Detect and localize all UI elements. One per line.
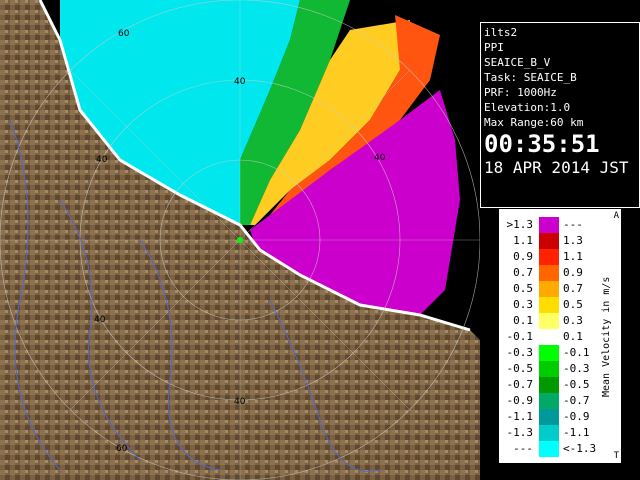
legend-lower-bound: -0.9 bbox=[506, 394, 534, 407]
range-label: 40 bbox=[234, 397, 246, 407]
legend-upper-bound: 0.1 bbox=[563, 330, 583, 343]
legend-color-swatch bbox=[539, 361, 559, 377]
legend-color-swatch bbox=[539, 313, 559, 329]
range-label: 40 bbox=[96, 155, 108, 165]
elevation-value: Elevation:1.0 bbox=[484, 101, 571, 114]
task-name: Task: SEAICE_B bbox=[484, 71, 577, 84]
legend-upper-bound: 1.3 bbox=[563, 234, 583, 247]
legend-corner-top: A bbox=[613, 211, 619, 221]
prf-value: PRF: 1000Hz bbox=[484, 86, 557, 99]
legend-upper-bound: 0.9 bbox=[563, 266, 583, 279]
range-label: 40 bbox=[374, 153, 386, 163]
legend-color-swatch bbox=[539, 281, 559, 297]
scan-mode: PPI bbox=[484, 41, 504, 54]
radar-name: ilts2 bbox=[484, 26, 518, 39]
legend-upper-bound: 1.1 bbox=[563, 250, 583, 263]
range-label: 60 bbox=[116, 444, 128, 454]
legend-upper-bound: <-1.3 bbox=[563, 442, 597, 455]
scan-date: 18 APR 2014 JST bbox=[484, 158, 629, 177]
legend-upper-bound: -0.7 bbox=[563, 394, 590, 407]
legend-color-swatch bbox=[539, 425, 559, 441]
legend-lower-bound: 0.5 bbox=[513, 282, 533, 295]
legend-title: Mean Velocity in m/s bbox=[601, 276, 612, 398]
legend-lower-bound: 0.1 bbox=[513, 314, 533, 327]
legend-lower-bound: --- bbox=[513, 442, 533, 455]
legend-upper-bound: -1.1 bbox=[563, 426, 590, 439]
legend-upper-bound: 0.3 bbox=[563, 314, 583, 327]
legend-color-swatch bbox=[539, 329, 559, 345]
legend-color-swatch bbox=[539, 249, 559, 265]
legend-upper-bound: --- bbox=[563, 218, 583, 231]
max-range-value: Max Range:60 km bbox=[484, 116, 584, 129]
legend-color-swatch bbox=[539, 233, 559, 249]
legend-lower-bound: -1.3 bbox=[506, 426, 534, 439]
legend-color-swatch bbox=[539, 297, 559, 313]
legend-lower-bound: -0.7 bbox=[506, 378, 534, 391]
legend-lower-bound: 0.3 bbox=[513, 298, 533, 311]
legend-color-swatch bbox=[539, 265, 559, 281]
legend-lower-bound: >1.3 bbox=[506, 218, 534, 231]
legend-lower-bound: -1.1 bbox=[506, 410, 534, 423]
radar-ppi-display: 60 40 40 40 40 40 60 bbox=[0, 0, 480, 480]
scan-time: 00:35:51 bbox=[484, 130, 600, 158]
range-label: 40 bbox=[94, 315, 106, 325]
legend-color-swatch bbox=[539, 377, 559, 393]
legend-upper-bound: -0.3 bbox=[563, 362, 590, 375]
range-label: 60 bbox=[118, 29, 130, 39]
legend-lower-bound: -0.3 bbox=[506, 346, 534, 359]
radar-site-marker bbox=[237, 237, 243, 243]
legend-color-swatch bbox=[539, 393, 559, 409]
legend-lower-bound: -0.5 bbox=[506, 362, 534, 375]
product-name: SEAICE_B_V bbox=[484, 56, 551, 69]
legend-corner-bottom: T bbox=[613, 451, 619, 461]
legend-lower-bound: -0.1 bbox=[506, 330, 534, 343]
legend-upper-bound: -0.1 bbox=[563, 346, 590, 359]
velocity-legend: >1.3 --- 1.1 1.3 0.9 1.1 0.7 0.9 0.5 0.7 0.3 0.5 0.1… bbox=[498, 208, 622, 464]
legend-color-swatch bbox=[539, 409, 559, 425]
legend-lower-bound: 0.9 bbox=[513, 250, 533, 263]
legend-lower-bound: 1.1 bbox=[513, 234, 533, 247]
legend-upper-bound: -0.5 bbox=[563, 378, 590, 391]
legend-upper-bound: -0.9 bbox=[563, 410, 590, 423]
legend-upper-bound: 0.5 bbox=[563, 298, 583, 311]
legend-color-swatch bbox=[539, 441, 559, 457]
legend-lower-bound: 0.7 bbox=[513, 266, 533, 279]
legend-color-swatch bbox=[539, 217, 559, 233]
legend-color-swatch bbox=[539, 345, 559, 361]
info-panel: ilts2 PPI SEAICE_B_V Task: SEAICE_B PRF:… bbox=[480, 22, 640, 208]
legend-upper-bound: 0.7 bbox=[563, 282, 583, 295]
range-label: 40 bbox=[234, 77, 246, 87]
